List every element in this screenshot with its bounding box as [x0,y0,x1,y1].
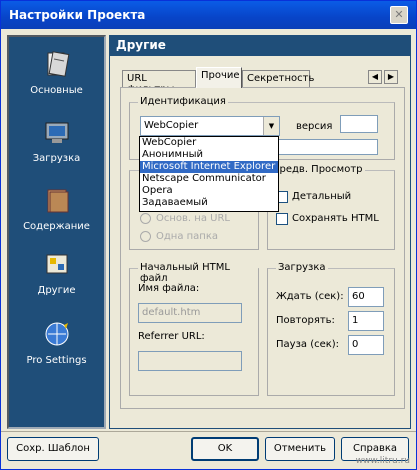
download-title: Загрузка [276,262,328,273]
settings-window: Настройки Проекта ✕ Основные Загрузка Со… [0,0,417,470]
retry-value: 1 [352,315,359,326]
sidebar-item-download[interactable]: Загрузка [9,117,104,164]
footer-divider [1,431,416,432]
pause-field[interactable]: 0 [348,335,384,355]
retry-label: Повторять: [276,315,335,326]
listbox-option[interactable]: WebCopier [140,137,278,149]
tab-scroll-right-button[interactable]: ▶ [384,70,398,84]
identification-selected: WebCopier [144,120,199,131]
sidebar-item-label: Содержание [23,221,90,232]
radio-single-folder[interactable] [140,231,151,242]
radio-single-folder-label: Одна папка [156,231,219,242]
listbox-option[interactable]: Netscape Communicator [140,173,278,185]
filename-value: default.htm [142,307,201,318]
page-title: Другие [110,36,410,56]
listbox-option-selected[interactable]: Microsoft Internet Explorer [140,161,278,173]
notebook-icon [47,51,69,77]
referrer-field[interactable] [138,351,242,371]
identification-listbox[interactable]: WebCopier Анонимный Microsoft Internet E… [139,136,279,212]
identification-dropdown[interactable]: WebCopier ▼ [140,116,280,136]
wait-value: 60 [352,291,365,302]
wait-label: Ждать (сек): [276,291,344,302]
window-title: Настройки Проекта [9,8,146,22]
title-bar: Настройки Проекта ✕ [1,1,416,29]
filename-field[interactable]: default.htm [138,303,242,323]
referrer-label: Referrer URL: [138,331,205,342]
save-html-checkbox[interactable] [276,213,288,225]
tab-panel: Идентификация WebCopier ▼ версия WebCopi… [120,87,405,409]
tools-icon [46,254,67,274]
start-html-group: Начальный HTML файл Имя файла: default.h… [129,262,259,396]
save-html-label: Сохранять HTML [292,213,379,224]
listbox-option[interactable]: Анонимный [140,149,278,161]
radio-url-based[interactable] [140,213,151,224]
listbox-option[interactable]: Задаваемый [140,197,278,209]
listbox-option[interactable]: Opera [140,185,278,197]
close-button[interactable]: ✕ [390,6,408,24]
version-label: версия [296,121,333,132]
sidebar-item-other[interactable]: Другие [9,249,104,296]
tab-misc[interactable]: Прочие [196,67,242,88]
sidebar-item-pro-settings[interactable]: Pro Settings [9,319,104,366]
chevron-down-icon[interactable]: ▼ [263,117,279,135]
watermark: www.litru.ru [355,456,410,466]
pause-label: Пауза (сек): [276,339,340,350]
wait-field[interactable]: 60 [348,287,384,307]
ok-button[interactable]: OK [191,437,259,461]
sidebar-item-content[interactable]: Содержание [9,185,104,232]
version-field[interactable] [340,115,378,133]
retry-field[interactable]: 1 [348,311,384,331]
preview-group: Предв. Просмотр Детальный Сохранять HTML [267,164,395,250]
sidebar: Основные Загрузка Содержание Другие Pro … [7,35,106,429]
sidebar-item-label: Загрузка [32,153,81,164]
save-template-button[interactable]: Сохр. Шаблон [7,437,99,461]
folder-icon [47,189,68,213]
tab-url-filters[interactable]: URL фильтры [122,70,196,95]
tab-privacy[interactable]: Секретность [242,70,314,87]
tab-scroll-left-button[interactable]: ◀ [368,70,382,84]
sidebar-item-label: Pro Settings [26,355,87,366]
cancel-button[interactable]: Отменить [265,437,335,461]
monitor-download-icon [45,122,68,143]
pause-value: 0 [352,339,359,350]
preview-title: Предв. Просмотр [270,164,365,175]
radio-url-based-label: Основ. на URL [156,213,230,224]
sidebar-item-label: Основные [30,85,83,96]
sidebar-item-general[interactable]: Основные [9,49,104,96]
download-group: Загрузка Ждать (сек): 60 Повторять: 1 Па… [267,262,395,396]
filename-label: Имя файла: [138,283,200,294]
globe-settings-icon [45,322,68,346]
start-html-title: Начальный HTML файл [138,262,258,284]
content-panel: Другие URL фильтры Прочие Секретность ◀ … [109,35,411,429]
detailed-label: Детальный [292,191,352,202]
sidebar-item-label: Другие [37,285,76,296]
identification-title: Идентификация [138,96,228,107]
